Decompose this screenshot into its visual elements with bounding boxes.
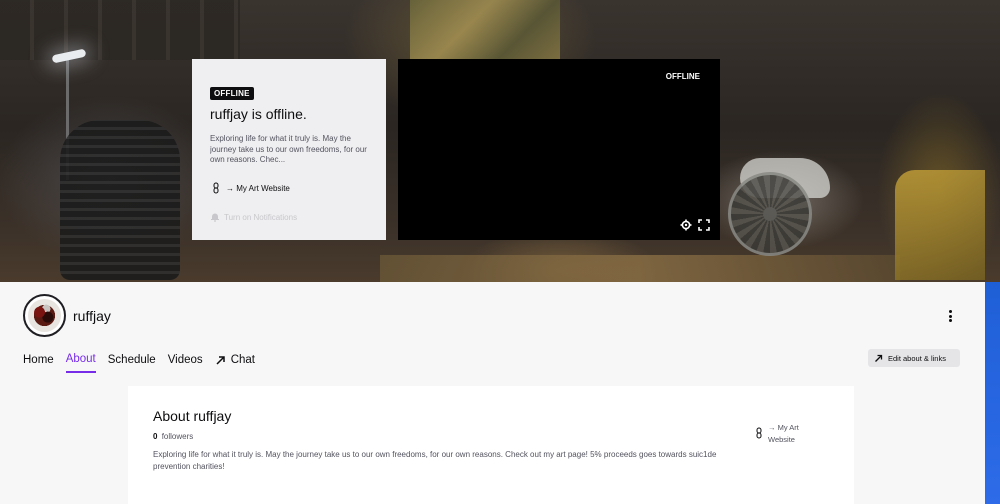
art-website-link[interactable]: → My Art Website xyxy=(210,182,368,194)
banner-chair xyxy=(60,120,180,280)
offline-description: Exploring life for what it truly is. May… xyxy=(210,134,367,164)
gear-icon[interactable] xyxy=(680,218,692,231)
edit-about-links-label: Edit about & links xyxy=(888,353,946,363)
about-art-website-label: → My Art Website xyxy=(768,423,799,444)
followers-count: 0 followers xyxy=(153,432,829,441)
offline-badge: OFFLINE xyxy=(210,87,254,100)
avatar-image xyxy=(28,299,61,332)
turn-on-notifications-button[interactable]: Turn on Notifications xyxy=(210,212,368,222)
followers-number: 0 xyxy=(153,432,158,441)
about-title: About ruffjay xyxy=(153,408,232,424)
offline-card: OFFLINE ruffjay is offline. Exploring li… xyxy=(192,59,386,240)
channel-name[interactable]: ruffjay xyxy=(73,308,111,324)
tab-chat-label: Chat xyxy=(230,354,255,366)
banner-yellow-object xyxy=(895,170,985,280)
tab-chat[interactable]: Chat xyxy=(215,353,255,373)
external-arrow-icon xyxy=(874,354,883,363)
external-arrow-icon xyxy=(215,355,226,366)
offline-title: ruffjay is offline. xyxy=(210,106,307,122)
side-panel-strip xyxy=(985,282,1000,504)
link-icon xyxy=(753,427,765,439)
video-player[interactable]: OFFLINE xyxy=(398,59,720,240)
link-icon xyxy=(210,182,222,194)
tab-home[interactable]: Home xyxy=(23,353,54,373)
banner-fan xyxy=(728,172,812,256)
about-description: Exploring life for what it truly is. May… xyxy=(153,450,717,471)
tab-videos[interactable]: Videos xyxy=(168,353,203,373)
fullscreen-icon[interactable] xyxy=(698,218,710,231)
player-offline-label: OFFLINE xyxy=(665,72,700,81)
banner-shelf xyxy=(0,0,240,60)
banner-floor xyxy=(380,255,900,282)
edit-about-links-button[interactable]: Edit about & links xyxy=(868,349,960,367)
tab-about[interactable]: About xyxy=(65,353,96,373)
tab-schedule[interactable]: Schedule xyxy=(108,353,156,373)
followers-label: followers xyxy=(161,432,194,441)
more-vertical-icon[interactable] xyxy=(944,308,956,324)
art-website-link-label: → My Art Website xyxy=(226,183,290,193)
bell-icon xyxy=(210,212,220,222)
about-panel: About ruffjay 0 followers Exploring life… xyxy=(128,386,854,504)
banner-painting xyxy=(410,0,560,60)
notifications-label: Turn on Notifications xyxy=(224,212,298,222)
channel-tabs: Home About Schedule Videos Chat xyxy=(23,353,267,373)
about-art-website-link[interactable]: → My Art Website xyxy=(753,422,823,446)
avatar[interactable] xyxy=(23,294,66,337)
channel-section: ruffjay Home About Schedule Videos Chat … xyxy=(0,282,985,504)
